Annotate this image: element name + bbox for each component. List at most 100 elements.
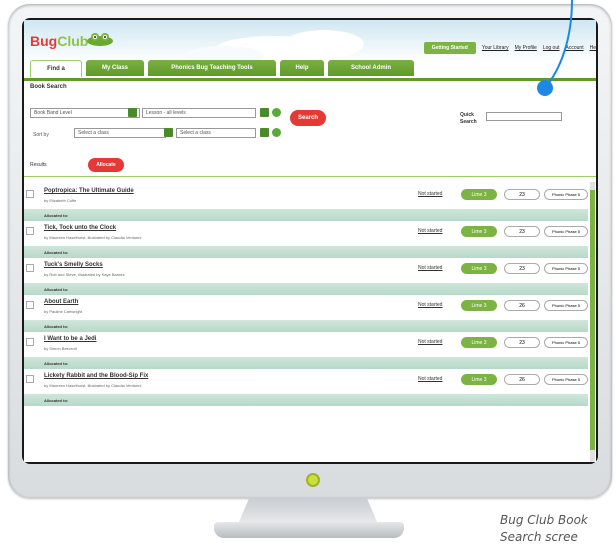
book-author: by Rob and Steve, illustrated by Kaye Ba…: [44, 272, 125, 277]
lesson-go-icon[interactable]: [272, 108, 281, 117]
bug-club-logo[interactable]: BugClub: [30, 33, 88, 49]
help-link[interactable]: He: [590, 45, 596, 51]
class-2-dropdown-icon[interactable]: [260, 128, 269, 137]
book-row: Poptropica: The Ultimate Guide by Elizab…: [24, 184, 588, 209]
book-phase-badge[interactable]: Phonic Phase 5: [544, 263, 588, 274]
sort-by-label: Sort by: [30, 130, 66, 140]
book-status-link[interactable]: Not started: [418, 265, 442, 271]
book-level-badge[interactable]: Lime 3: [461, 226, 497, 237]
book-author: by Elizabeth Coffe: [44, 198, 77, 203]
book-title-link[interactable]: Tuck's Smelly Socks: [44, 262, 103, 268]
allocated-row: Allocated to:: [24, 320, 588, 332]
book-level-badge[interactable]: Lime 3: [461, 263, 497, 274]
book-number-badge[interactable]: 23: [504, 226, 540, 237]
tab-help[interactable]: Help: [280, 60, 324, 76]
book-checkbox[interactable]: [26, 190, 34, 198]
book-phase-badge[interactable]: Phonic Phase 5: [544, 226, 588, 237]
scrollbar-thumb[interactable]: [590, 190, 595, 450]
allocated-row: Allocated to:: [24, 283, 588, 295]
book-status-link[interactable]: Not started: [418, 302, 442, 308]
book-title-link[interactable]: Tick, Tock unto the Clock: [44, 225, 116, 231]
allocated-row: Allocated to:: [24, 394, 588, 406]
book-level-badge[interactable]: Lime 3: [461, 374, 497, 385]
logo-bug-text: Bug: [30, 33, 58, 49]
book-status-link[interactable]: Not started: [418, 339, 442, 345]
book-number-badge[interactable]: 26: [504, 374, 540, 385]
book-list: Poptropica: The Ultimate Guide by Elizab…: [24, 184, 588, 406]
class-go-icon[interactable]: [272, 128, 281, 137]
tab-find-a-book[interactable]: Find a: [30, 60, 82, 77]
book-author: by Maureen Haselhurst, illustrated by Cl…: [44, 235, 142, 240]
book-number-badge[interactable]: 23: [504, 263, 540, 274]
book-status-link[interactable]: Not started: [418, 228, 442, 234]
book-number-badge[interactable]: 23: [504, 337, 540, 348]
book-band-dropdown-icon[interactable]: [128, 108, 137, 117]
book-title-link[interactable]: I Want to be a Jedi: [44, 336, 96, 342]
allocated-row: Allocated to:: [24, 209, 588, 221]
quick-search-input[interactable]: [486, 112, 562, 121]
log-out-link[interactable]: Log out: [543, 45, 560, 51]
lesson-select[interactable]: Lesson - all levels: [142, 108, 256, 118]
monitor-stand-base: [214, 522, 404, 538]
book-band-select[interactable]: Book Band Level: [30, 108, 140, 118]
book-phase-badge[interactable]: Phonic Phase 5: [544, 337, 588, 348]
book-level-badge[interactable]: Lime 3: [461, 189, 497, 200]
tab-school-admin[interactable]: School Admin: [328, 60, 414, 76]
book-checkbox[interactable]: [26, 375, 34, 383]
book-level-badge[interactable]: Lime 3: [461, 337, 497, 348]
results-label: Results: [30, 162, 47, 168]
results-divider: [24, 176, 596, 177]
book-number-badge[interactable]: 23: [504, 189, 540, 200]
tab-my-class[interactable]: My Class: [86, 60, 144, 76]
book-level-badge[interactable]: Lime 3: [461, 300, 497, 311]
lesson-dropdown-icon[interactable]: [260, 108, 269, 117]
power-indicator-icon: [306, 473, 320, 487]
class-dropdown-icon[interactable]: [164, 128, 173, 137]
book-row: Tick, Tock unto the Clock by Maureen Has…: [24, 221, 588, 246]
book-phase-badge[interactable]: Phonic Phase 5: [544, 300, 588, 311]
monitor-frame: BugClub Getting Started Your Library My …: [8, 4, 612, 498]
book-phase-badge[interactable]: Phonic Phase 5: [544, 374, 588, 385]
book-row: Tuck's Smelly Socks by Rob and Steve, il…: [24, 258, 588, 283]
book-author: by Simon Beecroft: [44, 346, 77, 351]
monitor-stand-neck: [238, 498, 378, 524]
allocated-row: Allocated to:: [24, 357, 588, 369]
header: BugClub Getting Started Your Library My …: [24, 20, 596, 80]
quick-search-label: Quick Search: [460, 112, 477, 125]
book-author: by Pauline Cartwright: [44, 309, 83, 314]
book-checkbox[interactable]: [26, 264, 34, 272]
book-status-link[interactable]: Not started: [418, 191, 442, 197]
book-checkbox[interactable]: [26, 338, 34, 346]
search-button[interactable]: Search: [290, 110, 326, 126]
allocated-row: Allocated to:: [24, 246, 588, 258]
book-checkbox[interactable]: [26, 227, 34, 235]
bug-mascot-icon: [87, 33, 113, 46]
tab-phonics-bug[interactable]: Phonics Bug Teaching Tools: [148, 60, 276, 76]
book-row: I Want to be a Jedi by Simon Beecroft No…: [24, 332, 588, 357]
book-title-link[interactable]: About Earth: [44, 299, 78, 305]
book-checkbox[interactable]: [26, 301, 34, 309]
top-nav: Getting Started Your Library My Profile …: [423, 40, 596, 56]
results-scrollbar[interactable]: [590, 182, 595, 462]
logo-club-text: Club: [57, 33, 89, 49]
account-link[interactable]: Account: [566, 45, 584, 51]
tab-underline: [24, 78, 596, 81]
screen: BugClub Getting Started Your Library My …: [24, 20, 596, 462]
book-title-link[interactable]: Lickety Rabbit and the Blood-Sip Fix: [44, 373, 148, 379]
book-search-heading: Book Search: [30, 84, 67, 90]
my-profile-link[interactable]: My Profile: [515, 45, 537, 51]
book-phase-badge[interactable]: Phonic Phase 5: [544, 189, 588, 200]
book-title-link[interactable]: Poptropica: The Ultimate Guide: [44, 188, 134, 194]
class-select[interactable]: Select a class: [74, 128, 166, 138]
image-caption: Bug Club Book Search scree: [500, 513, 588, 544]
allocate-button[interactable]: Allocate: [88, 158, 124, 172]
getting-started-button[interactable]: Getting Started: [423, 42, 476, 54]
main-tabs: Find a My Class Phonics Bug Teaching Too…: [30, 60, 414, 78]
book-author: by Maureen Haselhurst, illustrated by Cl…: [44, 383, 142, 388]
book-number-badge[interactable]: 26: [504, 300, 540, 311]
book-status-link[interactable]: Not started: [418, 376, 442, 382]
book-row: Lickety Rabbit and the Blood-Sip Fix by …: [24, 369, 588, 394]
class-select-2[interactable]: Select a class: [176, 128, 256, 138]
your-library-link[interactable]: Your Library: [482, 45, 509, 51]
book-row: About Earth by Pauline Cartwright Not st…: [24, 295, 588, 320]
